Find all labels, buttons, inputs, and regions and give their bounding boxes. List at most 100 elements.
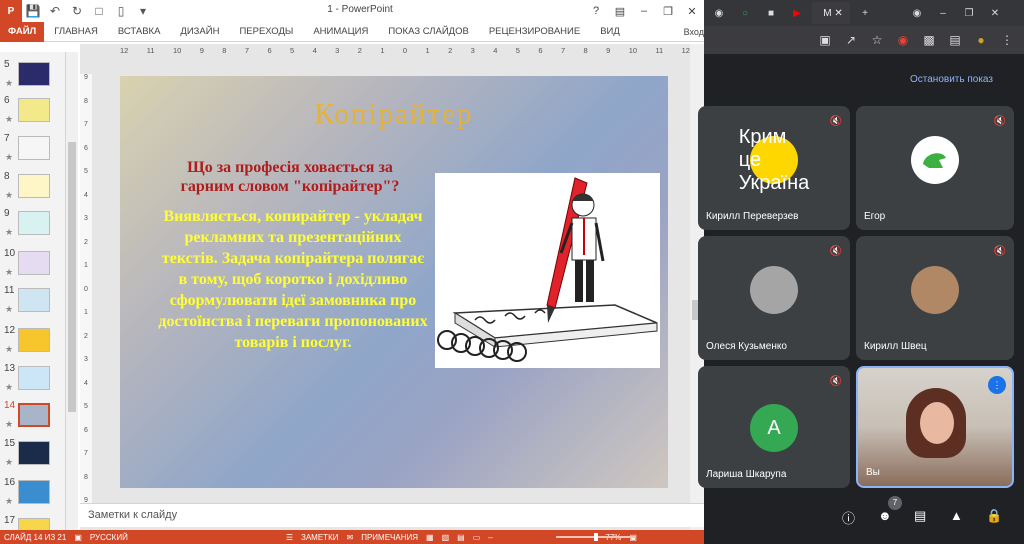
tab-review[interactable]: РЕЦЕНЗИРОВАНИЕ	[479, 22, 590, 42]
participant-name: Егор	[864, 211, 886, 222]
ruler-tick: 3	[84, 356, 88, 363]
tab-insert[interactable]: ВСТАВКА	[108, 22, 171, 42]
slide-question[interactable]: Що за професія ховається за гарним слово…	[160, 158, 420, 196]
ruler-tick: 10	[628, 46, 638, 55]
language[interactable]: РУССКИЙ	[86, 533, 132, 542]
tab-transitions[interactable]: ПЕРЕХОДЫ	[229, 22, 303, 42]
copywriter-illustration[interactable]	[435, 173, 660, 368]
participant-tile[interactable]: 🔇 Егор	[856, 106, 1014, 230]
thumbnail-15[interactable]: 15 ★	[0, 437, 65, 473]
thumbnail-13[interactable]: 13 ★	[0, 362, 65, 398]
ruler-tick: 5	[84, 168, 88, 175]
stop-presenting-button[interactable]: Остановить показ	[910, 74, 993, 85]
slide-body[interactable]: Виявляється, копирайтер - укладач реклам…	[158, 206, 428, 353]
participant-tile[interactable]: 🔇 Олеся Кузьменко	[698, 236, 850, 360]
close-icon[interactable]: ✕	[984, 2, 1006, 24]
ruler-tick: 1	[425, 46, 430, 55]
ruler-tick: 4	[84, 191, 88, 199]
ruler-tick: 5	[290, 46, 295, 55]
ruler-tick: 2	[84, 238, 88, 246]
comments-button[interactable]: ПРИМЕЧАНИЯ	[357, 533, 422, 542]
thumbnail-8[interactable]: 8 ★	[0, 170, 65, 206]
participant-tile[interactable]: 🔇 Кирилл Швец	[856, 236, 1014, 360]
reading-view-icon[interactable]: ▤	[453, 533, 469, 542]
sorter-view-icon[interactable]: ▧	[438, 533, 454, 542]
start-show-icon[interactable]: □	[88, 0, 110, 22]
slide-title[interactable]: Копірайтер	[120, 98, 668, 131]
self-video-tile[interactable]: ⋮ Вы	[856, 366, 1014, 488]
notes-button[interactable]: ЗАМЕТКИ	[297, 533, 342, 542]
ruler-tick: 2	[448, 46, 453, 55]
help-icon[interactable]: ?	[584, 0, 608, 22]
tab-icon[interactable]: ◉	[708, 2, 730, 24]
extension-icon[interactable]: ◉	[892, 29, 914, 51]
tab-view[interactable]: ВИД	[590, 22, 630, 42]
thumbnail-11[interactable]: 11 ★	[0, 284, 65, 320]
ribbon-options-icon[interactable]: ▤	[608, 0, 632, 22]
meeting-controls: ⓘ ☻ 7 ▤ ▲ 🔒	[704, 494, 1024, 540]
new-tab-icon[interactable]: +	[854, 2, 876, 24]
thumbnail-9[interactable]: 9 ★	[0, 207, 65, 243]
puzzle-icon[interactable]: ▩	[918, 29, 940, 51]
window-title: 1 - PowerPoint	[327, 4, 393, 15]
login-link[interactable]: Вход	[684, 22, 704, 42]
tab-design[interactable]: ДИЗАЙН	[170, 22, 229, 42]
close-icon[interactable]: ✕	[680, 0, 704, 22]
comments-icon[interactable]: ✉	[342, 533, 357, 542]
participant-tile[interactable]: 🔇 Крим це Україна Кирилл Переверзев	[698, 106, 850, 230]
youtube-icon[interactable]: ▶	[786, 2, 808, 24]
undo-icon[interactable]: ↶	[44, 0, 66, 22]
thumbnail-14[interactable]: 14 ★	[0, 399, 65, 435]
normal-view-icon[interactable]: ▦	[422, 533, 438, 542]
thumbnail-10[interactable]: 10 ★	[0, 247, 65, 283]
ppt-logo-icon: P	[0, 0, 22, 22]
info-icon[interactable]: ⓘ	[842, 508, 855, 527]
zoom-knob[interactable]	[594, 533, 598, 541]
star-icon[interactable]: ☆	[866, 29, 888, 51]
sidepanel-icon[interactable]: ▤	[944, 29, 966, 51]
avatar-icon[interactable]: ●	[970, 29, 992, 51]
notes-icon[interactable]: ☰	[282, 533, 297, 542]
customize-icon[interactable]: ▾	[132, 0, 154, 22]
notes-pane[interactable]: Заметки к слайду	[80, 503, 704, 527]
minimize-icon[interactable]: –	[632, 0, 656, 22]
tab-icon[interactable]: ○	[734, 2, 756, 24]
slideshow-view-icon[interactable]: ▭	[469, 533, 485, 542]
restore-icon[interactable]: ❐	[958, 2, 980, 24]
slide-canvas[interactable]: Копірайтер Що за професія ховається за г…	[120, 76, 668, 488]
participant-tile[interactable]: 🔇 A Лариша Шкарупа	[698, 366, 850, 488]
spell-icon[interactable]: ▣	[70, 533, 86, 542]
camera-icon[interactable]: ▣	[814, 29, 836, 51]
new-icon[interactable]: ▯	[110, 0, 132, 22]
tab-animations[interactable]: АНИМАЦИЯ	[303, 22, 378, 42]
tab-home[interactable]: ГЛАВНАЯ	[44, 22, 108, 42]
thumbnail-12[interactable]: 12 ★	[0, 324, 65, 360]
participant-name: Лариша Шкарупа	[706, 469, 787, 480]
profile-icon[interactable]: ◉	[906, 2, 928, 24]
ruler-tick: 1	[84, 262, 88, 269]
thumbnail-6[interactable]: 6 ★	[0, 94, 65, 130]
tab-icon[interactable]: ■	[760, 2, 782, 24]
thumbnail-7[interactable]: 7 ★	[0, 132, 65, 168]
save-icon[interactable]: 💾	[22, 0, 44, 22]
thumbnail-16[interactable]: 16 ★	[0, 476, 65, 512]
thumbnail-scrollbar[interactable]	[66, 52, 78, 530]
menu-icon[interactable]: ⋮	[996, 29, 1018, 51]
restore-icon[interactable]: ❐	[656, 0, 680, 22]
thumbnail-5[interactable]: 5 ★	[0, 58, 65, 94]
share-icon[interactable]: ↗	[840, 29, 862, 51]
host-controls-icon[interactable]: 🔒	[986, 508, 1002, 524]
active-tab[interactable]: M ✕	[812, 2, 850, 24]
chat-icon[interactable]: ▤	[914, 508, 926, 524]
thumbnail-17[interactable]: 17★	[0, 514, 65, 530]
tab-file[interactable]: ФАЙЛ	[0, 21, 45, 42]
ruler-tick: 3	[84, 215, 88, 222]
activities-icon[interactable]: ▲	[950, 508, 963, 523]
zoom-out-icon[interactable]: –	[484, 533, 496, 542]
ruler-tick: 8	[84, 97, 88, 105]
people-icon[interactable]: ☻	[878, 508, 892, 523]
minimize-icon[interactable]: –	[932, 2, 954, 24]
redo-icon[interactable]: ↻	[66, 0, 88, 22]
tab-slideshow[interactable]: ПОКАЗ СЛАЙДОВ	[378, 22, 478, 42]
mic-off-icon: 🔇	[829, 116, 842, 127]
